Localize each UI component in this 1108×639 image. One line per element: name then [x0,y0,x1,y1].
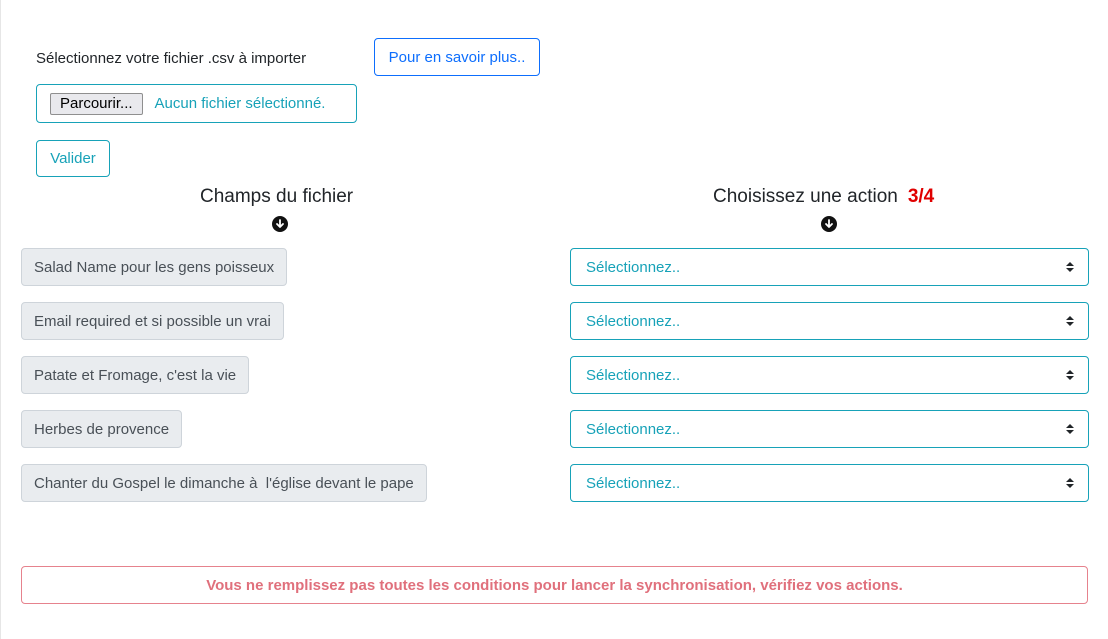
action-select[interactable]: Sélectionnez.. [570,248,1089,286]
left-divider [0,0,1,639]
action-select[interactable]: Sélectionnez.. [570,464,1089,502]
choose-action-title: Choisissez une action [713,186,898,207]
file-select-label: Sélectionnez votre fichier .csv à import… [36,50,307,67]
sync-warning-alert: Vous ne remplissez pas toutes les condit… [21,566,1088,604]
action-select-value: Sélectionnez.. [586,312,681,330]
arrow-circle-down-icon [821,216,837,232]
sort-caret-icon [1066,478,1074,488]
validate-button[interactable]: Valider [36,140,110,177]
arrow-circle-down-icon [272,216,288,232]
no-file-selected-text: Aucun fichier sélectionné. [154,95,326,112]
action-select-value: Sélectionnez.. [586,474,681,492]
import-page: Sélectionnez votre fichier .csv à import… [0,0,1108,639]
action-progress-counter: 3/4 [907,186,935,207]
browse-button[interactable]: Parcourir... [50,92,143,115]
file-field-chip: Salad Name pour les gens poisseux [21,248,288,286]
action-select-value: Sélectionnez.. [586,366,681,384]
action-select[interactable]: Sélectionnez.. [570,356,1089,394]
action-select-value: Sélectionnez.. [586,258,681,276]
action-select[interactable]: Sélectionnez.. [570,410,1089,448]
learn-more-button[interactable]: Pour en savoir plus.. [374,38,540,76]
sort-caret-icon [1066,424,1074,434]
file-field-chip: Email required et si possible un vrai [21,302,284,340]
sort-caret-icon [1066,262,1074,272]
file-field-chip: Patate et Fromage, c'est la vie [21,356,250,394]
file-input[interactable]: Parcourir... Aucun fichier sélectionné. [36,84,357,123]
file-field-chip: Herbes de provence [21,410,183,448]
file-fields-heading: Champs du fichier [200,186,354,207]
action-select[interactable]: Sélectionnez.. [570,302,1089,340]
file-field-chip: Chanter du Gospel le dimanche à l'église… [21,464,427,502]
action-select-value: Sélectionnez.. [586,420,681,438]
choose-action-heading: Choisissez une action 3/4 [713,186,934,208]
sort-caret-icon [1066,370,1074,380]
sort-caret-icon [1066,316,1074,326]
